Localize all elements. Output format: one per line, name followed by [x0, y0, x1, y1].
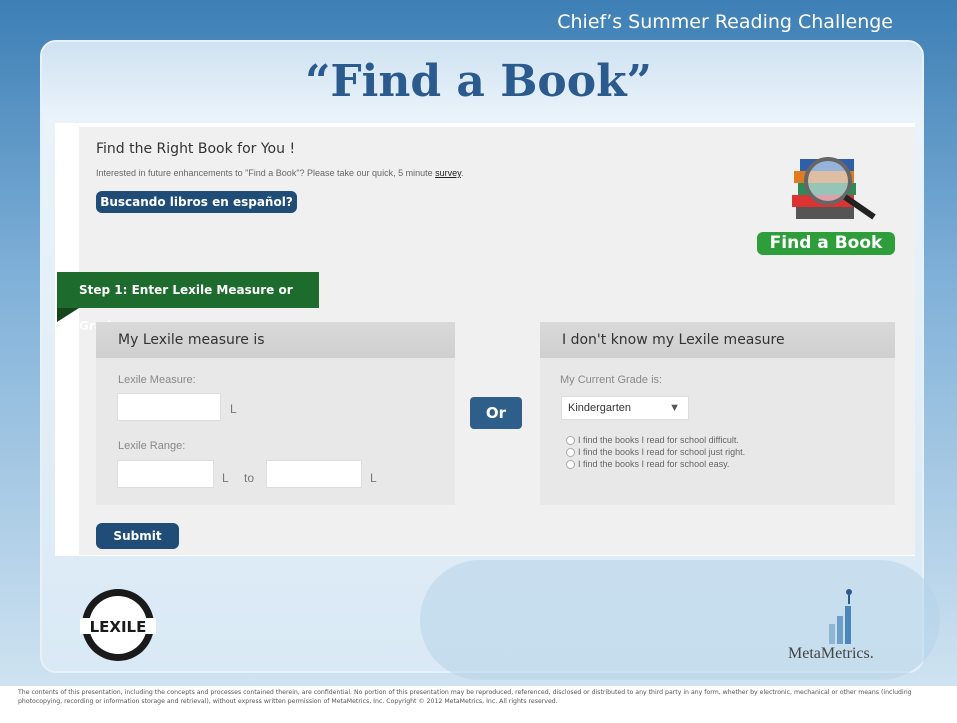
option-label: I find the books I read for school just … — [578, 447, 746, 457]
survey-text-tail: . — [460, 168, 464, 178]
range-to-label: to — [244, 471, 255, 485]
difficulty-option-just-right[interactable]: I find the books I read for school just … — [566, 447, 745, 457]
grade-select-value: Kindergarten — [568, 402, 631, 414]
lexile-panel-heading: My Lexile measure is — [96, 322, 455, 358]
lexile-logo: LEXILE — [80, 589, 156, 661]
survey-link[interactable]: survey — [435, 168, 461, 178]
slide-header-title: Chief’s Summer Reading Challenge — [557, 11, 893, 33]
option-label: I find the books I read for school diffi… — [578, 435, 739, 445]
radio-icon[interactable] — [566, 435, 575, 445]
lexile-measure-label: Lexile Measure: — [118, 374, 196, 386]
dropdown-arrow-icon: ▼ — [669, 402, 680, 414]
lexile-range-to-input[interactable] — [266, 460, 362, 488]
lexile-measure-input[interactable] — [117, 393, 221, 421]
survey-text-body: Interested in future enhancements to "Fi… — [96, 168, 436, 178]
find-book-title: Find the Right Book for You ! — [96, 141, 296, 157]
submit-button[interactable]: Submit — [96, 523, 179, 549]
option-label: I find the books I read for school easy. — [578, 459, 730, 469]
find-a-book-badge: Find a Book — [757, 232, 895, 255]
metametrics-logo-text: MetaMetrics. — [788, 645, 874, 662]
metametrics-figure-icon — [829, 589, 852, 644]
step-ribbon-fold — [57, 308, 79, 322]
confidentiality-footer: The contents of this presentation, inclu… — [18, 689, 912, 705]
lexile-measure-panel: My Lexile measure is Lexile Measure: L L… — [96, 322, 455, 505]
grade-panel-heading: I don't know my Lexile measure — [540, 322, 895, 358]
espanol-button[interactable]: Buscando libros en español? — [96, 191, 297, 213]
lexile-logo-text: LEXILE — [90, 618, 147, 636]
current-grade-label: My Current Grade is: — [560, 374, 663, 386]
lexile-unit-label: L — [230, 402, 237, 416]
lexile-range-label: Lexile Range: — [118, 440, 186, 452]
range-from-unit: L — [222, 471, 229, 485]
grade-select[interactable]: Kindergarten ▼ — [561, 396, 689, 420]
lexile-range-from-input[interactable] — [117, 460, 214, 488]
difficulty-option-easy[interactable]: I find the books I read for school easy. — [566, 459, 729, 469]
or-divider: Or — [470, 397, 522, 429]
radio-icon[interactable] — [566, 459, 575, 469]
difficulty-option-difficult[interactable]: I find the books I read for school diffi… — [566, 435, 739, 445]
survey-text: Interested in future enhancements to "Fi… — [96, 168, 463, 178]
range-to-unit: L — [370, 471, 377, 485]
page-heading: “Find a Book” — [305, 56, 652, 107]
step-1-label: Step 1: Enter Lexile Measure or Grade — [57, 272, 319, 333]
radio-icon[interactable] — [566, 447, 575, 457]
